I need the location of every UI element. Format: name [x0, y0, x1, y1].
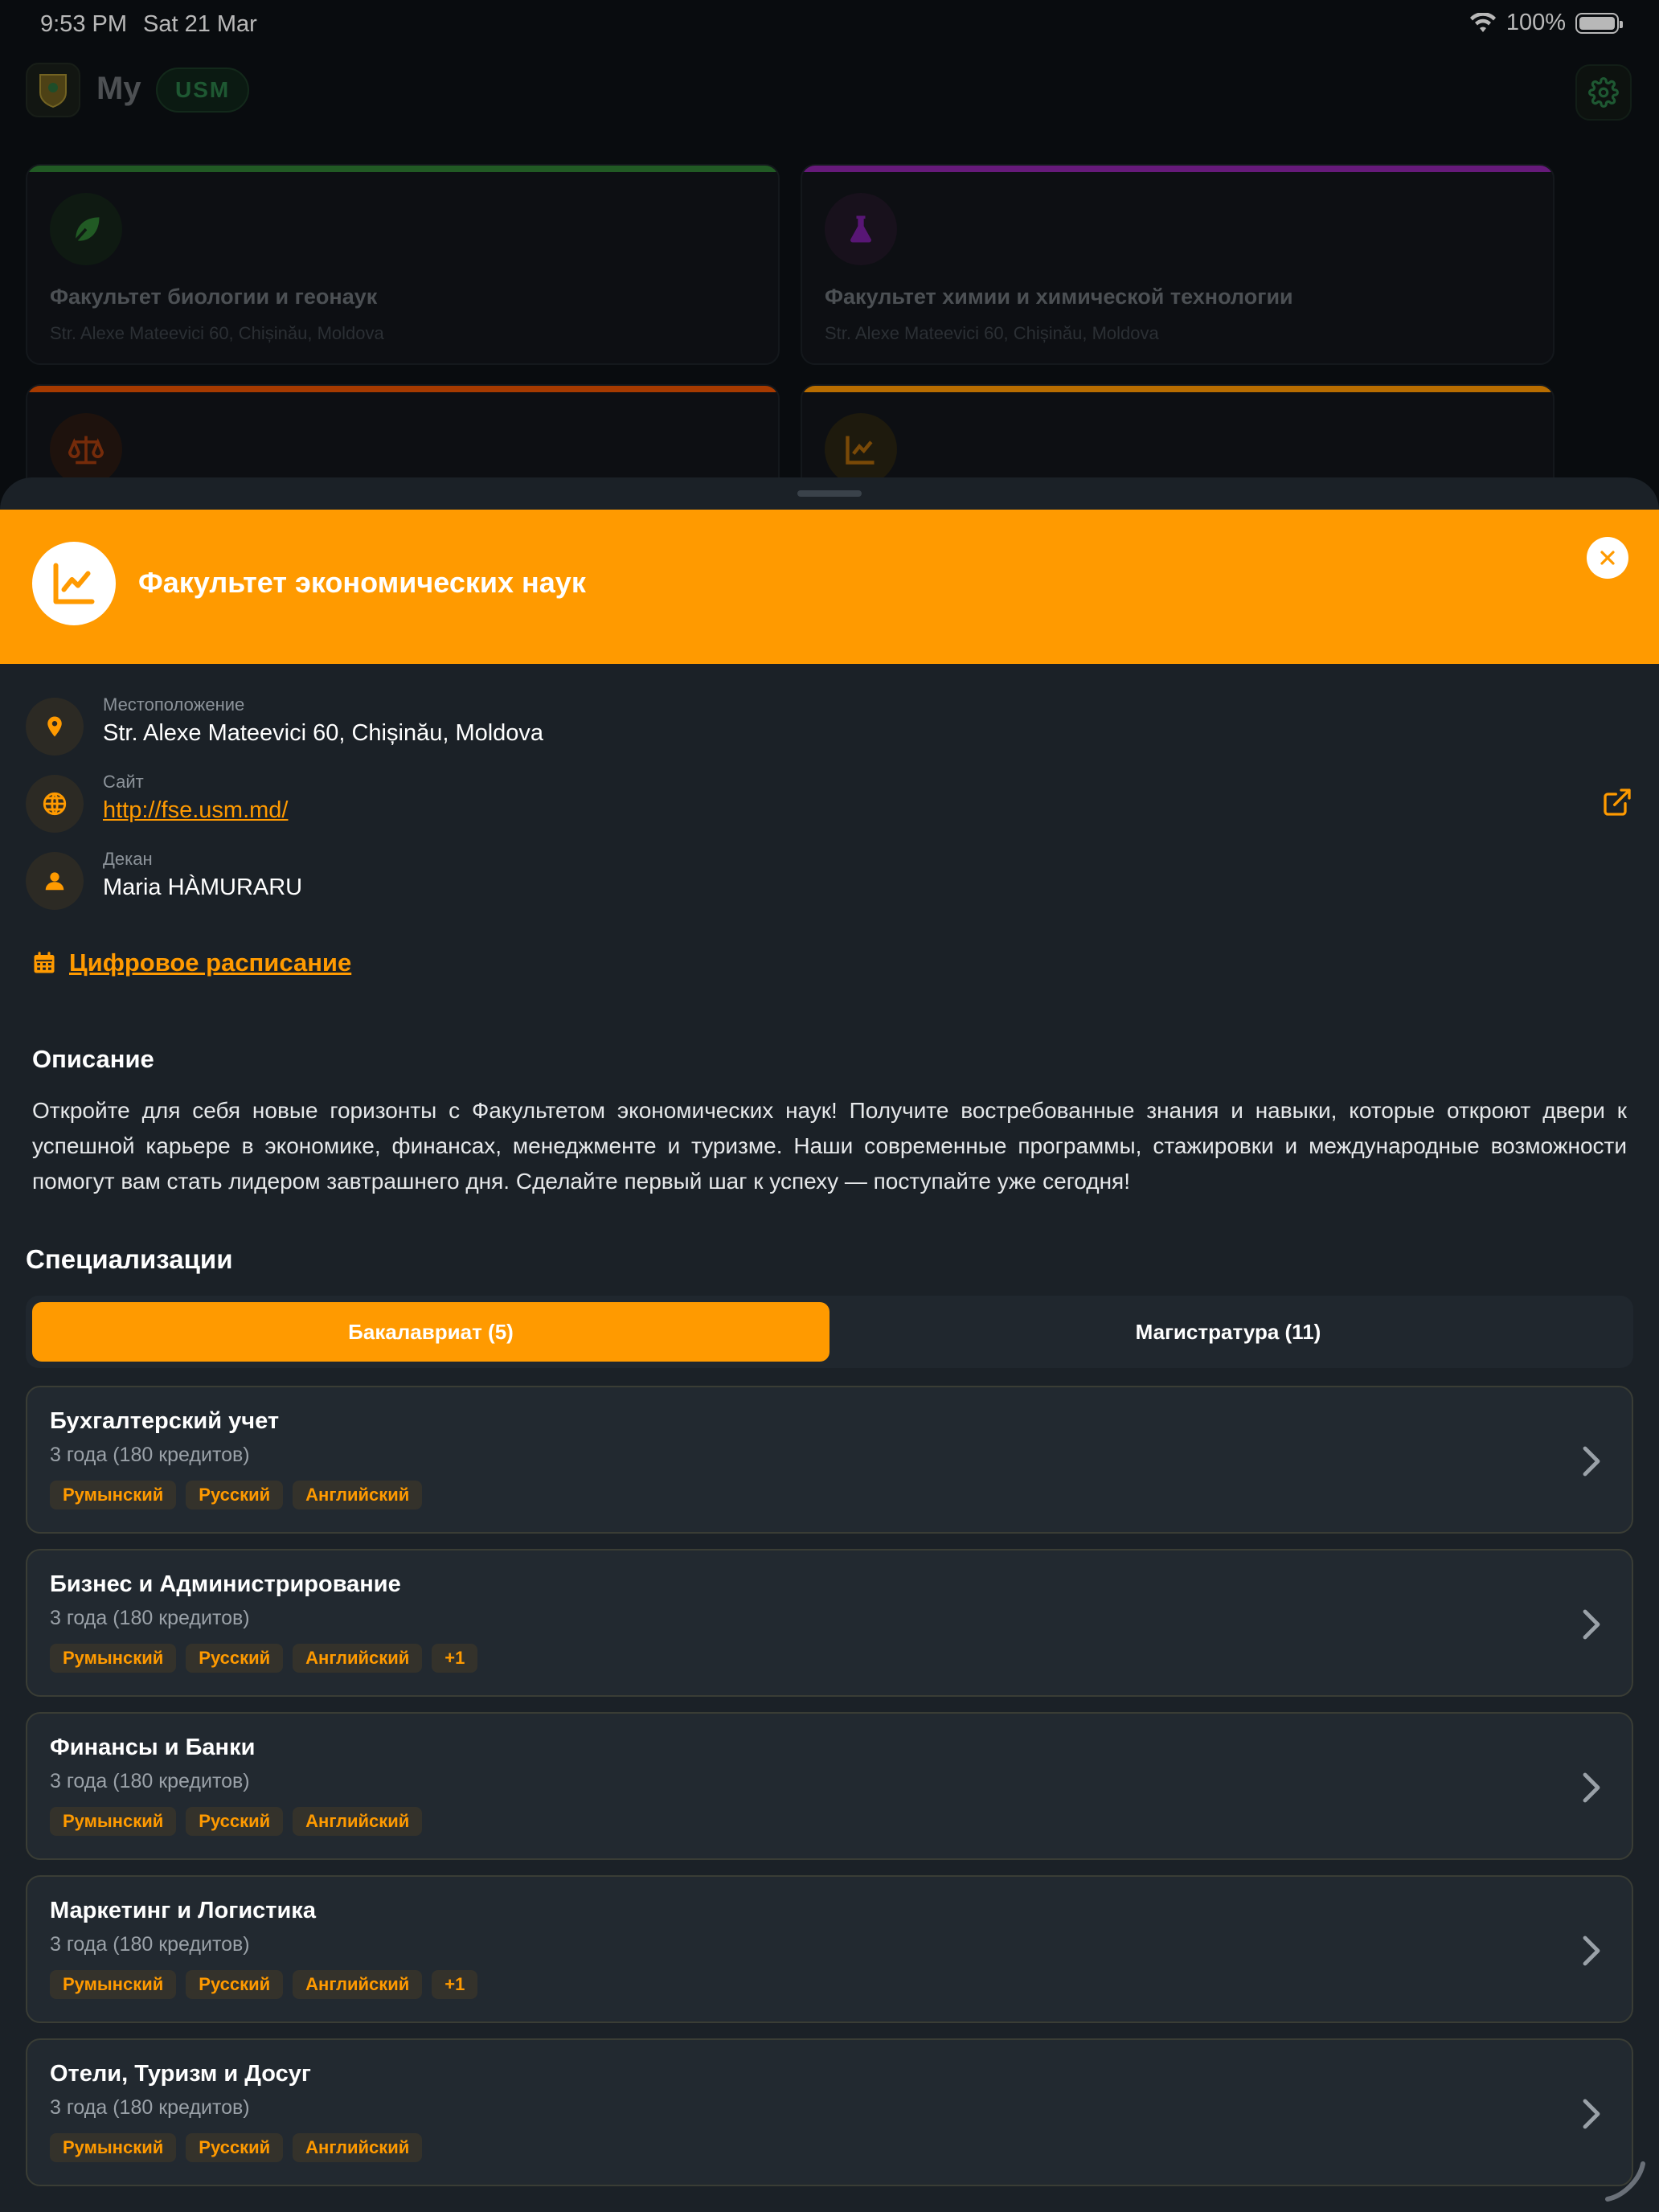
program-duration: 3 года (180 кредитов): [50, 1607, 250, 1629]
program-card[interactable]: Отели, Туризм и Досуг 3 года (180 кредит…: [26, 2038, 1633, 2186]
chevron-right-icon: [1583, 2099, 1600, 2129]
faculty-detail-sheet: Факультет экономических наук Местоположе…: [0, 477, 1659, 2212]
calendar-icon: [34, 952, 55, 973]
more-languages-tag: +1: [432, 1644, 478, 1673]
program-card[interactable]: Финансы и Банки 3 года (180 кредитов) Ру…: [26, 1712, 1633, 1860]
specializations-heading: Специализации: [26, 1244, 233, 1274]
program-card[interactable]: Бухгалтерский учет 3 года (180 кредитов)…: [26, 1386, 1633, 1534]
dean-label: Декан: [103, 849, 153, 869]
language-tags: Румынский Русский Английский +1: [50, 1970, 478, 1999]
program-card[interactable]: Бизнес и Администрирование 3 года (180 к…: [26, 1549, 1633, 1697]
program-name: Отели, Туризм и Досуг: [50, 2061, 311, 2087]
tab-bachelor[interactable]: Бакалавриат (5): [32, 1302, 830, 1362]
language-tags: Румынский Русский Английский: [50, 1807, 423, 1836]
language-tag: Румынский: [50, 1644, 177, 1673]
schedule-link-label[interactable]: Цифровое расписание: [69, 948, 351, 977]
more-languages-tag: +1: [432, 1970, 478, 1999]
chevron-right-icon: [1583, 1936, 1600, 1966]
map-pin-icon: [26, 698, 84, 756]
sheet-header: Факультет экономических наук: [0, 510, 1659, 664]
program-name: Маркетинг и Логистика: [50, 1898, 316, 1923]
dean-value: Maria HÀMURARU: [103, 875, 303, 900]
location-label: Местоположение: [103, 694, 245, 715]
digital-schedule-link[interactable]: Цифровое расписание: [32, 948, 351, 977]
chevron-right-icon: [1583, 1772, 1600, 1803]
sheet-grabber[interactable]: [797, 490, 862, 497]
chevron-right-icon: [1583, 1446, 1600, 1477]
program-duration: 3 года (180 кредитов): [50, 1444, 250, 1466]
program-duration: 3 года (180 кредитов): [50, 2096, 250, 2119]
degree-segmented-control: Бакалавриат (5) Магистратура (11): [26, 1296, 1633, 1368]
site-row: Сайт http://fse.usm.md/: [26, 768, 1633, 833]
language-tag: Английский: [293, 1481, 423, 1509]
program-name: Бухгалтерский учет: [50, 1408, 280, 1434]
language-tags: Румынский Русский Английский: [50, 1481, 423, 1509]
language-tag: Английский: [293, 1970, 423, 1999]
external-link-icon[interactable]: [1601, 786, 1633, 818]
location-row: Местоположение Str. Alexe Mateevici 60, …: [26, 691, 1633, 756]
site-link[interactable]: http://fse.usm.md/: [103, 797, 288, 824]
language-tag: Английский: [293, 1644, 423, 1673]
language-tag: Английский: [293, 2133, 423, 2162]
location-value: Str. Alexe Mateevici 60, Chișinău, Moldo…: [103, 720, 544, 746]
language-tag: Русский: [186, 1970, 284, 1999]
window-resize-handle[interactable]: [1601, 2157, 1649, 2206]
language-tag: Румынский: [50, 1970, 177, 1999]
language-tag: Русский: [186, 2133, 284, 2162]
program-duration: 3 года (180 кредитов): [50, 1770, 250, 1792]
faculty-title: Факультет экономических наук: [138, 566, 586, 599]
close-icon: [1600, 551, 1615, 565]
language-tag: Русский: [186, 1644, 284, 1673]
language-tag: Русский: [186, 1807, 284, 1836]
program-duration: 3 года (180 кредитов): [50, 1933, 250, 1956]
description-heading: Описание: [32, 1045, 154, 1073]
chevron-right-icon: [1583, 1609, 1600, 1640]
language-tag: Румынский: [50, 2133, 177, 2162]
program-name: Бизнес и Администрирование: [50, 1571, 401, 1597]
close-button[interactable]: [1587, 537, 1628, 579]
program-card[interactable]: Маркетинг и Логистика 3 года (180 кредит…: [26, 1875, 1633, 2023]
language-tag: Румынский: [50, 1807, 177, 1836]
language-tags: Румынский Русский Английский +1: [50, 1644, 478, 1673]
globe-icon: [26, 775, 84, 833]
dean-row: Декан Maria HÀMURARU: [26, 846, 1633, 910]
language-tag: Румынский: [50, 1481, 177, 1509]
tab-master[interactable]: Магистратура (11): [830, 1302, 1627, 1362]
site-label: Сайт: [103, 772, 144, 792]
language-tag: Английский: [293, 1807, 423, 1836]
description-text: Откройте для себя новые горизонты с Факу…: [32, 1098, 1627, 1194]
chart-icon: [32, 542, 116, 625]
person-icon: [26, 852, 84, 910]
language-tags: Румынский Русский Английский: [50, 2133, 423, 2162]
program-name: Финансы и Банки: [50, 1735, 256, 1760]
language-tag: Русский: [186, 1481, 284, 1509]
